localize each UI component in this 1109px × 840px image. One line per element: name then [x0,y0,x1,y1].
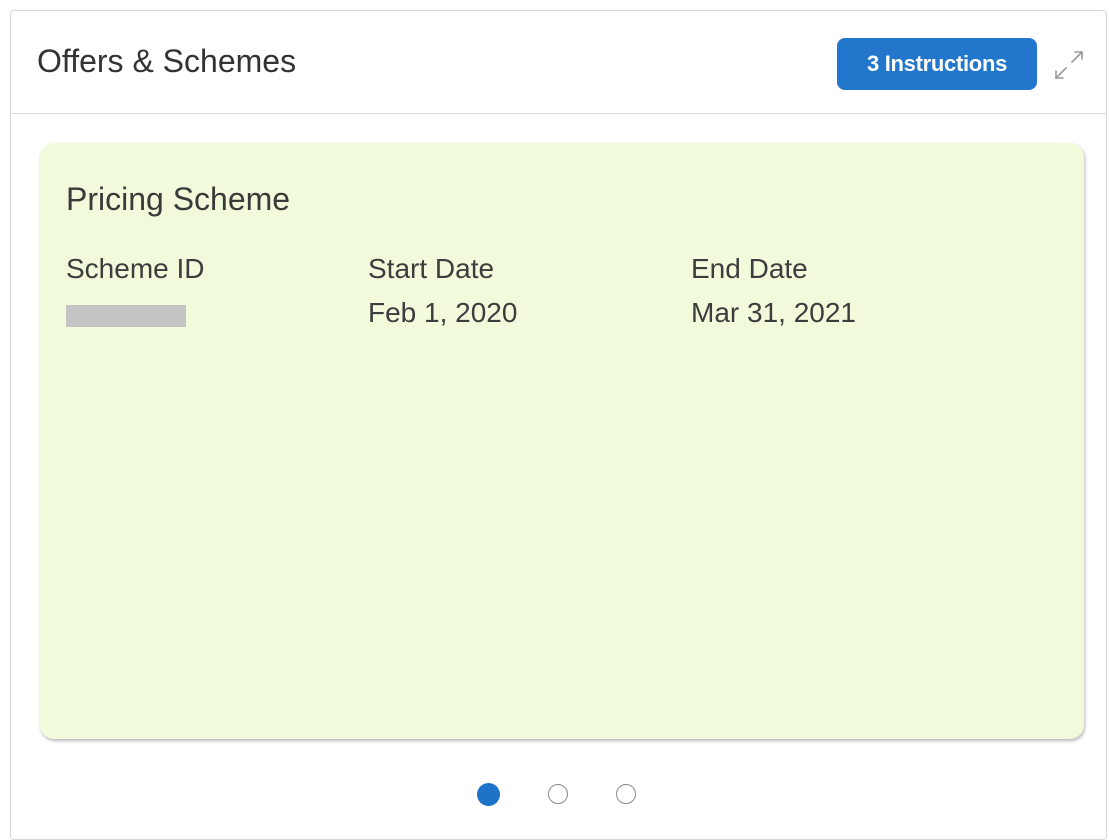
expand-arrows-icon[interactable] [1051,47,1087,83]
carousel-dot-1[interactable] [477,782,500,806]
start-date-label: Start Date [368,253,495,284]
widget-header: Offers & Schemes 3 Instructions [11,11,1106,114]
start-date-value: Feb 1, 2020 [368,297,518,328]
end-date-label: End Date [691,253,808,284]
scheme-id-masked-value [66,305,186,327]
carousel-pagination [477,782,636,806]
end-date-value: Mar 31, 2021 [691,297,856,328]
widget-title: Offers & Schemes [37,43,297,79]
offers-schemes-widget: Offers & Schemes 3 Instructions Pricing … [10,10,1107,840]
card-title: Pricing Scheme [66,181,291,217]
instructions-badge-button[interactable]: 3 Instructions [837,38,1037,90]
carousel-dot-2[interactable] [548,784,568,804]
scheme-id-label: Scheme ID [66,253,205,284]
pricing-scheme-card[interactable]: Pricing Scheme Scheme ID Start Date Feb … [40,143,1084,739]
carousel-dot-3[interactable] [616,784,636,804]
